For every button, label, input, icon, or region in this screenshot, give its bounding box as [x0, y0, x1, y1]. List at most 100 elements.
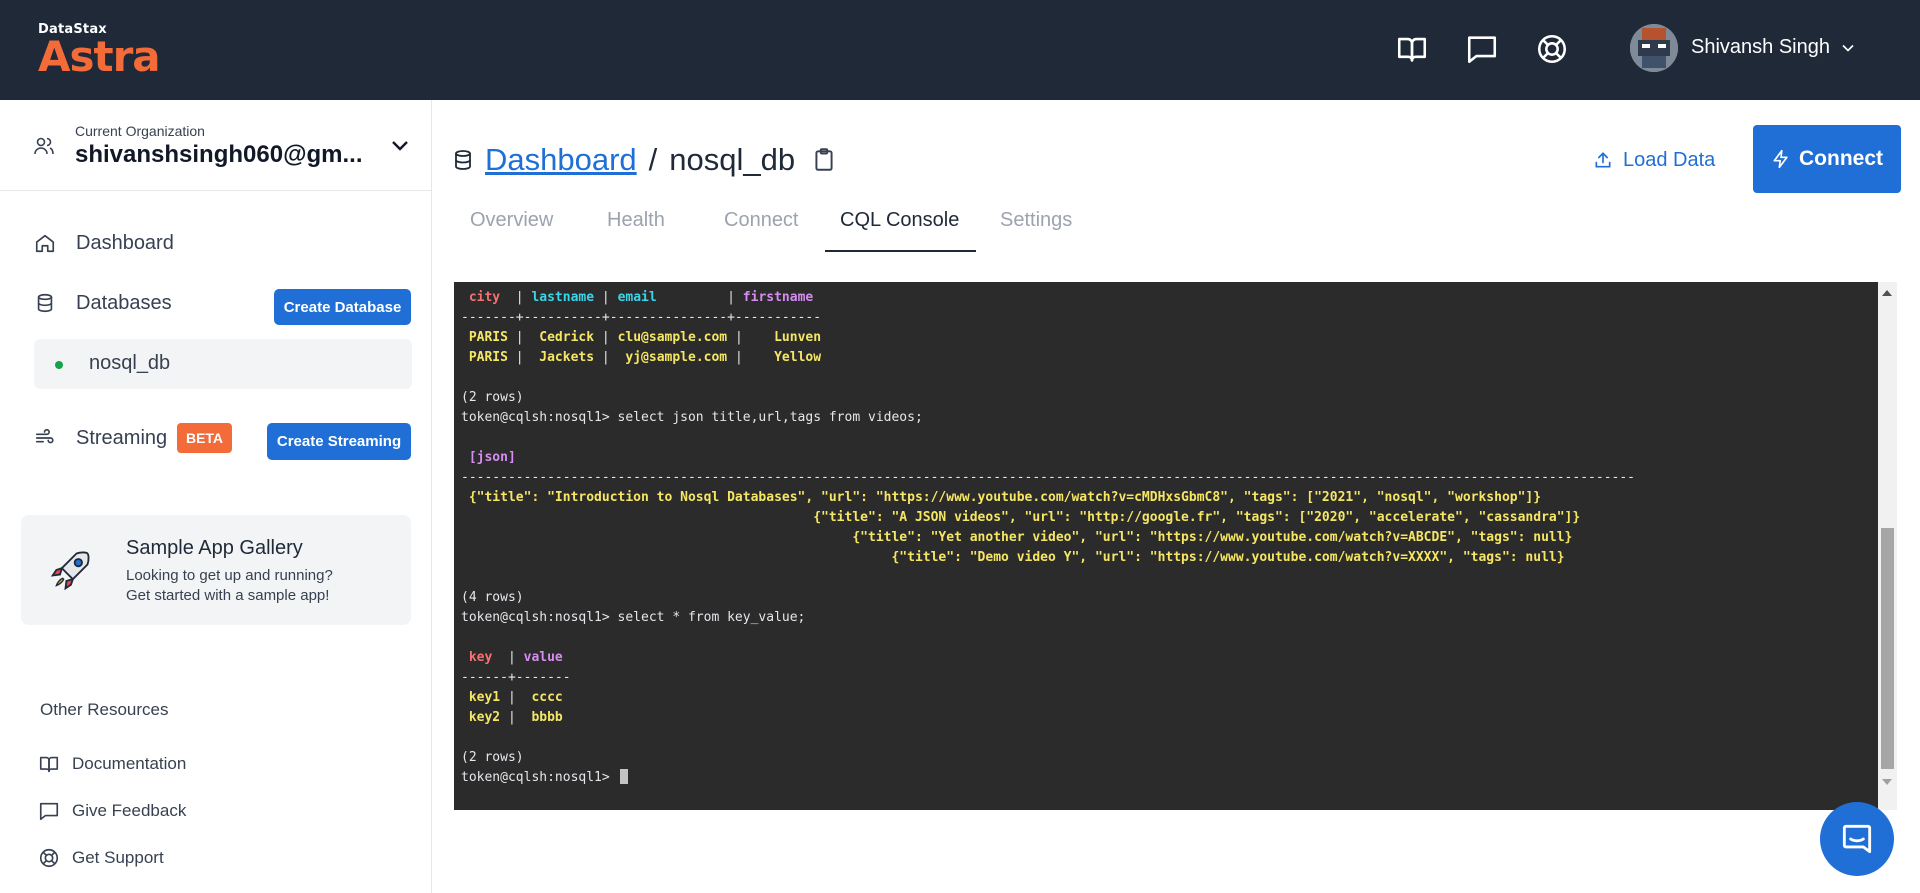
terminal-text: | — [492, 650, 524, 665]
sidebar-item-label: Streaming — [76, 426, 168, 449]
terminal-text: {"title": "A JSON videos", "url": "http:… — [461, 510, 1581, 525]
create-streaming-button[interactable]: Create Streaming — [267, 423, 411, 460]
terminal-line: {"title": "A JSON videos", "url": "http:… — [461, 508, 1635, 528]
terminal-text: key1 — [468, 690, 501, 705]
terminal-text: value — [523, 650, 563, 665]
page-title: nosql_db — [669, 142, 796, 177]
terminal-prompt-line[interactable]: token@cqlsh:nosql1> — [461, 768, 1635, 788]
org-switcher[interactable]: Current Organization shivanshsingh060@gm… — [0, 100, 431, 191]
org-value: shivanshsingh060@gm... — [75, 141, 363, 168]
terminal-line: {"title": "Introduction to Nosql Databas… — [461, 488, 1635, 508]
terminal-text: | — [500, 290, 532, 305]
terminal-text: cccc — [531, 690, 563, 705]
terminal-text: | — [727, 350, 775, 365]
gallery-description: Looking to get up and running? Get start… — [126, 566, 333, 606]
sidebar-item-databases[interactable]: Databases — [34, 288, 172, 318]
terminal-text: | — [500, 690, 532, 705]
support-chat-button[interactable] — [1820, 802, 1894, 876]
terminal-text: ------+------- — [461, 670, 571, 685]
clipboard-icon[interactable] — [811, 147, 837, 173]
documentation-label: Documentation — [72, 754, 187, 773]
sidebar-item-label: nosql_db — [89, 352, 171, 374]
chevron-down-icon[interactable] — [1838, 38, 1858, 58]
logo-astra-text: Astra — [38, 32, 161, 81]
connect-button[interactable]: Connect — [1753, 125, 1901, 193]
terminal-scrollbar[interactable] — [1878, 282, 1897, 810]
load-data-label: Load Data — [1623, 148, 1716, 171]
upload-icon — [1595, 152, 1611, 168]
terminal-text: Jackets — [539, 350, 595, 365]
breadcrumb: Dashboard / nosql_db — [451, 140, 837, 180]
terminal-line: token@cqlsh:nosql1> select json title,ur… — [461, 408, 1635, 428]
terminal-text: key2 — [468, 710, 501, 725]
give-feedback-label: Give Feedback — [72, 801, 187, 820]
sidebar-item-streaming[interactable]: Streaming — [34, 423, 167, 453]
scroll-up-arrow-icon[interactable] — [1882, 290, 1892, 296]
terminal-text: {"title": "Demo video Y", "url": "https:… — [461, 550, 1565, 565]
terminal-line: [json] — [461, 448, 1635, 468]
sidebar-item-dashboard[interactable]: Dashboard — [34, 228, 174, 258]
terminal-line: key | value — [461, 648, 1635, 668]
tab-overview[interactable]: Overview — [470, 209, 553, 232]
sidebar-item-label: Databases — [76, 291, 172, 314]
terminal-text: | — [594, 330, 618, 345]
sample-app-gallery-card[interactable]: Sample App Gallery Looking to get up and… — [21, 515, 411, 625]
terminal-line: {"title": "Yet another video", "url": "h… — [461, 528, 1635, 548]
gallery-line: Looking to get up and running? — [126, 567, 333, 584]
org-label: Current Organization — [75, 123, 205, 139]
terminal-text: (4 rows) — [461, 590, 524, 605]
create-database-button[interactable]: Create Database — [274, 289, 411, 325]
home-icon — [35, 234, 55, 253]
documentation-link[interactable]: Documentation — [38, 752, 186, 776]
terminal-text: Cedrick — [539, 330, 595, 345]
status-dot — [55, 361, 63, 369]
terminal-text: PARIS — [461, 330, 508, 345]
other-resources-title: Other Resources — [40, 700, 169, 719]
scrollbar-thumb[interactable] — [1881, 528, 1894, 769]
user-name[interactable]: Shivansh Singh — [1691, 36, 1830, 59]
terminal-text: token@cqlsh:nosql1> select * from key_va… — [461, 610, 806, 625]
sidebar-item-label: Dashboard — [76, 231, 174, 254]
terminal-text: [json] — [468, 450, 516, 465]
terminal-line: token@cqlsh:nosql1> select * from key_va… — [461, 608, 1635, 628]
lifebuoy-icon[interactable] — [1535, 32, 1569, 66]
avatar[interactable] — [1630, 24, 1678, 72]
astra-logo[interactable]: DataStax Astra — [38, 22, 161, 81]
terminal-text: -------+----------+---------------+-----… — [461, 310, 822, 325]
tab-health[interactable]: Health — [607, 209, 665, 232]
breadcrumb-separator: / — [648, 142, 658, 177]
breadcrumb-dashboard-link[interactable]: Dashboard — [485, 142, 637, 178]
gallery-line: Get started with a sample app! — [126, 587, 330, 604]
terminal-line: {"title": "Demo video Y", "url": "https:… — [461, 548, 1635, 568]
chat-icon[interactable] — [1465, 32, 1499, 66]
tab-cql-console[interactable]: CQL Console — [840, 209, 959, 232]
terminal-text: | — [507, 330, 540, 345]
load-data-button[interactable]: Load Data — [1593, 145, 1715, 175]
tab-settings[interactable]: Settings — [1000, 209, 1072, 232]
book-icon[interactable] — [1395, 32, 1429, 66]
terminal-text: | — [594, 290, 618, 305]
get-support-link[interactable]: Get Support — [38, 846, 164, 870]
terminal-line: ------+------- — [461, 668, 1635, 688]
terminal-line: key1 | cccc — [461, 688, 1635, 708]
lightning-icon — [1773, 149, 1788, 169]
chevron-down-icon[interactable] — [388, 133, 412, 157]
book-icon — [39, 756, 59, 773]
terminal-text: bbbb — [531, 710, 563, 725]
database-icon — [455, 150, 471, 170]
lifebuoy-icon — [39, 848, 59, 868]
terminal-text: Yellow — [774, 350, 822, 365]
scroll-down-arrow-icon[interactable] — [1882, 779, 1892, 785]
give-feedback-link[interactable]: Give Feedback — [38, 799, 186, 823]
tab-connect[interactable]: Connect — [724, 209, 799, 232]
cql-console-terminal[interactable]: city | lastname | email | firstname -----… — [454, 282, 1897, 810]
sidebar-item-nosql-db[interactable]: nosql_db — [34, 339, 412, 389]
terminal-text: Lunven — [774, 330, 822, 345]
wind-icon — [35, 428, 54, 444]
